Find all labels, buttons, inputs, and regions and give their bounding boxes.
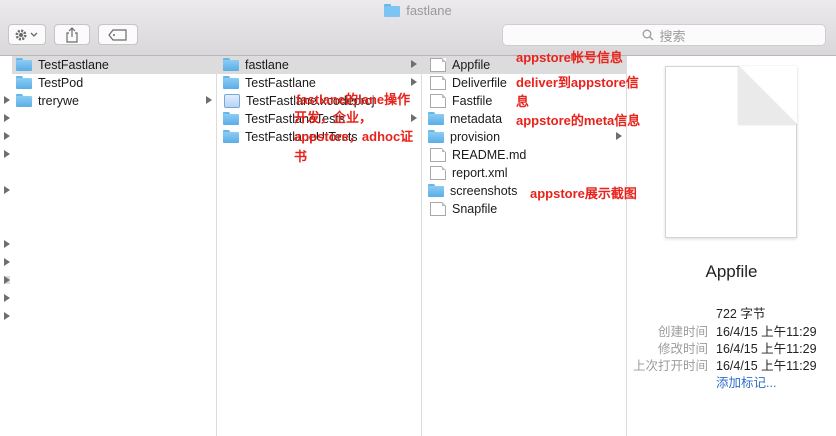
- annotation-deliverfile-line2: 息: [516, 94, 530, 109]
- list-item[interactable]: provision: [422, 128, 626, 146]
- disclosure-arrow-icon[interactable]: [4, 240, 10, 248]
- disclosure-arrow-icon[interactable]: [4, 96, 10, 104]
- tag-button[interactable]: [98, 24, 138, 45]
- column-1: TestFastlane TestPod trerywe: [12, 56, 217, 436]
- annotation-appfile: appstore帐号信息: [516, 50, 623, 65]
- meta-key: 上次打开时间: [632, 359, 708, 373]
- disclosure-arrow-icon[interactable]: [4, 312, 10, 320]
- folder-icon: [16, 94, 32, 108]
- folder-icon: [223, 112, 239, 126]
- annotation-fastfile-line1: fastlane的lane操作: [296, 92, 411, 107]
- item-label: TestPod: [38, 76, 84, 90]
- size-value: 722 字节: [716, 307, 766, 321]
- share-icon: [66, 26, 78, 43]
- disclosure-arrow-icon: [411, 114, 417, 122]
- window-title: fastlane: [0, 3, 836, 18]
- item-label: Fastfile: [452, 94, 493, 108]
- search-placeholder: 搜索: [659, 28, 686, 44]
- disclosure-arrow-icon[interactable]: [4, 294, 10, 302]
- disclosure-arrow-icon[interactable]: [4, 132, 10, 140]
- document-preview-icon: [665, 66, 797, 238]
- add-tags-link[interactable]: 添加标记...: [716, 372, 776, 391]
- annotation-metadata: appstore的meta信息: [516, 113, 641, 128]
- list-item[interactable]: TestFastlane: [217, 74, 421, 92]
- item-label: TestFastlane: [38, 58, 109, 72]
- disclosure-arrow-icon: [616, 132, 622, 140]
- folder-icon: [428, 184, 444, 198]
- document-icon: [430, 94, 446, 108]
- disclosure-arrow-icon[interactable]: [4, 258, 10, 266]
- document-icon: [430, 202, 446, 216]
- list-item[interactable]: report.xml: [422, 164, 626, 182]
- left-edge-column: [0, 56, 12, 436]
- document-icon: [430, 58, 446, 72]
- folder-icon: [223, 130, 239, 144]
- toolbar: fastlane 搜索: [0, 0, 836, 56]
- list-item[interactable]: README.md: [422, 146, 626, 164]
- preview-filename: Appfile: [705, 262, 758, 281]
- item-label: Deliverfile: [452, 76, 507, 90]
- document-icon: [430, 148, 446, 162]
- disclosure-arrow-icon[interactable]: [4, 276, 10, 284]
- folder-icon: [384, 4, 401, 17]
- folder-icon: [16, 58, 32, 72]
- search-input[interactable]: 搜索: [502, 24, 826, 46]
- item-label: TestFastlane: [245, 76, 316, 90]
- document-icon: [430, 76, 446, 90]
- item-label: README.md: [452, 148, 527, 162]
- disclosure-arrow-icon[interactable]: [4, 114, 10, 122]
- list-item[interactable]: trerywe: [12, 92, 216, 110]
- item-label: Appfile: [452, 58, 491, 72]
- tag-icon: [108, 28, 127, 41]
- disclosure-arrow-icon[interactable]: [4, 150, 10, 158]
- disclosure-arrow-icon: [206, 96, 212, 104]
- window-title-label: fastlane: [406, 3, 452, 18]
- search-icon: [643, 29, 654, 41]
- preview-pane: Appfile 722 字节 创建时间 16/4/15 上午11:29 修改时间…: [627, 56, 836, 436]
- annotation-deliverfile-line1: deliver到appstore信: [516, 75, 639, 90]
- disclosure-arrow-icon: [411, 60, 417, 68]
- item-label: metadata: [450, 112, 503, 126]
- annotation-screenshots: appstore展示截图: [530, 186, 637, 201]
- list-item[interactable]: fastlane: [217, 56, 421, 74]
- disclosure-arrow-icon: [411, 78, 417, 86]
- xcode-project-icon: [224, 94, 240, 108]
- item-label: provision: [450, 130, 501, 144]
- item-label: fastlane: [245, 58, 289, 72]
- list-item[interactable]: TestFastlane: [12, 56, 216, 74]
- annotation-fastfile-line2: 开发，企业，: [294, 110, 373, 125]
- disclosure-arrow-icon[interactable]: [4, 186, 10, 194]
- annotation-fastfile-line3: appstore，adhoc证: [294, 129, 414, 144]
- item-label: trerywe: [38, 94, 79, 108]
- item-label: Snapfile: [452, 202, 498, 216]
- item-label: screenshots: [450, 184, 518, 198]
- folder-icon: [16, 76, 32, 90]
- document-icon: [430, 166, 446, 180]
- folder-icon: [428, 112, 444, 126]
- share-button[interactable]: [54, 24, 90, 45]
- list-item[interactable]: TestPod: [12, 74, 216, 92]
- annotation-fastfile-line4: 书: [294, 149, 308, 164]
- item-label: report.xml: [452, 166, 508, 180]
- folder-icon: [428, 130, 444, 144]
- action-menu-button[interactable]: [8, 24, 46, 45]
- gear-icon: [15, 29, 38, 40]
- page-fold: [739, 66, 797, 124]
- folder-icon: [223, 76, 239, 90]
- folder-icon: [223, 58, 239, 72]
